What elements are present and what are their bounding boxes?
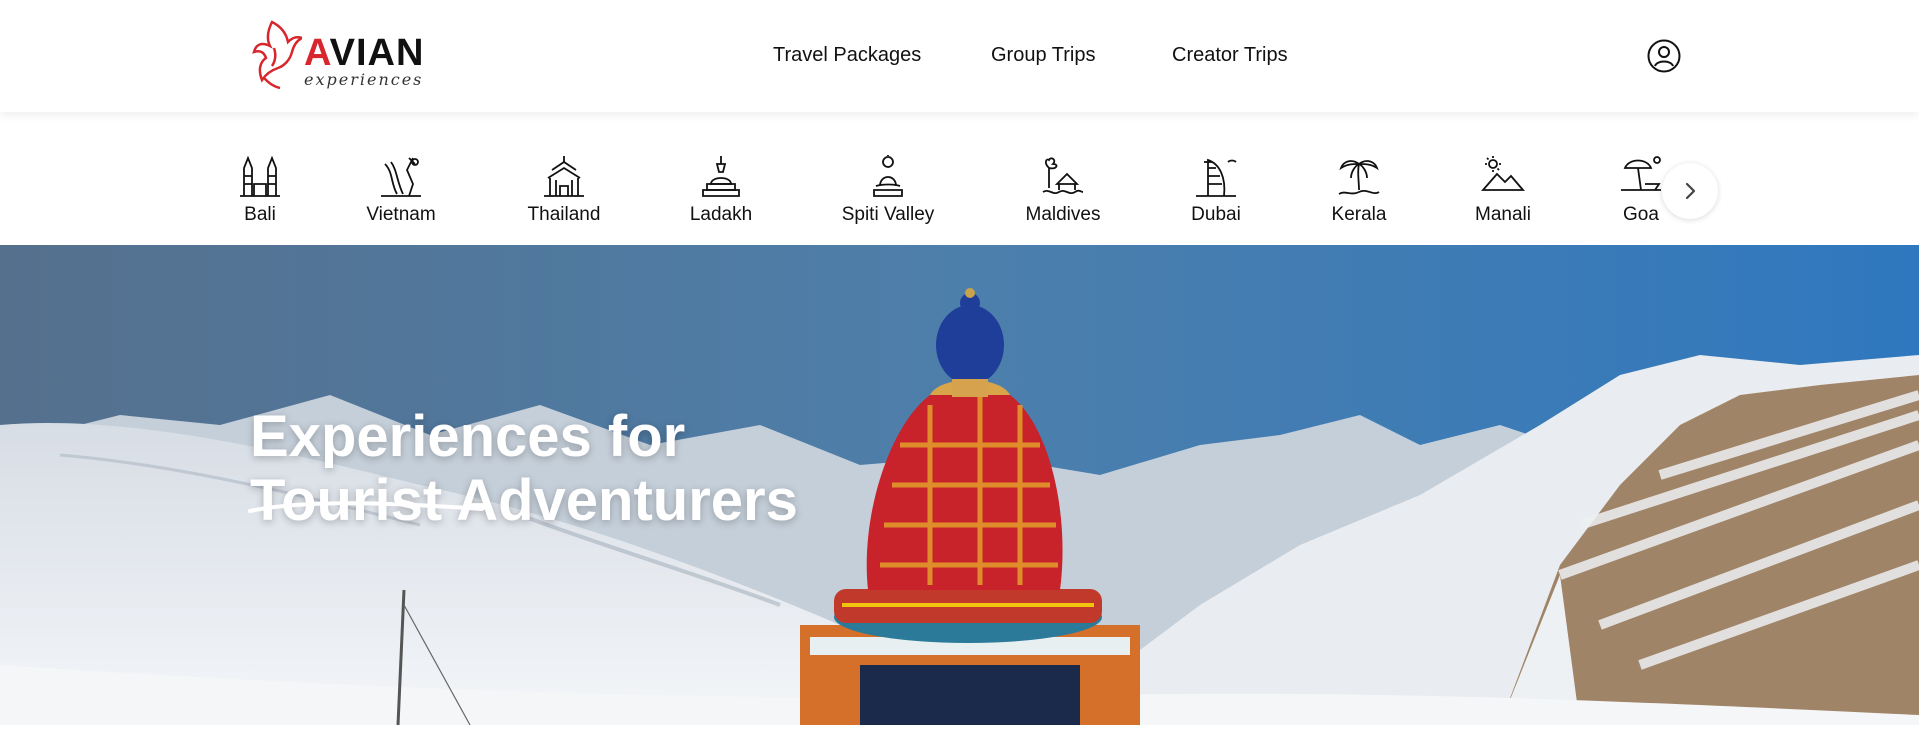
brand-tagline: experiences bbox=[304, 70, 424, 89]
hero-headline: Experiences for Tourist Adventurers bbox=[248, 404, 798, 533]
nav-creator-trips[interactable]: Creator Trips bbox=[1172, 44, 1288, 67]
destination-vietnam[interactable]: Vietnam bbox=[336, 154, 466, 226]
page-bottom-edge bbox=[0, 725, 1919, 735]
destination-spiti-valley[interactable]: Spiti Valley bbox=[823, 154, 953, 226]
destination-label: Kerala bbox=[1331, 204, 1387, 225]
mountain-sun-icon bbox=[1481, 156, 1525, 191]
nav-travel-packages[interactable]: Travel Packages bbox=[773, 44, 921, 67]
carousel-next-button[interactable] bbox=[1662, 163, 1718, 219]
destination-label: Ladakh bbox=[689, 204, 753, 225]
thai-temple-icon bbox=[544, 156, 584, 197]
water-villa-icon bbox=[1042, 157, 1084, 195]
site-header: AVIAN experiences Travel Packages Group … bbox=[0, 0, 1919, 112]
hero-title-line1: Experiences for bbox=[250, 404, 686, 469]
user-account-icon bbox=[1647, 39, 1681, 73]
destination-maldives[interactable]: Maldives bbox=[998, 154, 1128, 226]
destination-label: Dubai bbox=[1191, 204, 1241, 225]
hero-banner: Experiences for Tourist Adventurers bbox=[0, 245, 1919, 725]
chevron-right-icon bbox=[1685, 182, 1696, 200]
hero-title-line2: Tourist Adventurers bbox=[248, 468, 798, 533]
vietnam-landmark-icon bbox=[381, 157, 421, 197]
destination-label: Thailand bbox=[527, 204, 601, 225]
destination-kerala[interactable]: Kerala bbox=[1294, 154, 1424, 226]
stupa-icon bbox=[702, 156, 740, 197]
destination-carousel: Bali Vietnam Thailand Ladakh Spiti Valle… bbox=[0, 112, 1919, 245]
destination-label: Spiti Valley bbox=[841, 204, 935, 225]
hero-title-word: Adventurers bbox=[456, 468, 798, 533]
destination-dubai[interactable]: Dubai bbox=[1151, 154, 1281, 226]
nav-group-trips[interactable]: Group Trips bbox=[991, 44, 1095, 67]
burj-al-arab-icon bbox=[1196, 158, 1237, 197]
destination-label: Bali bbox=[244, 204, 276, 225]
destination-manali[interactable]: Manali bbox=[1438, 154, 1568, 226]
main-nav: Travel Packages Group Trips Creator Trip… bbox=[0, 44, 1919, 68]
strikethrough-scribble-icon bbox=[248, 501, 484, 513]
buddha-statue-icon bbox=[873, 155, 903, 197]
destination-label: Manali bbox=[1475, 204, 1531, 225]
destination-thailand[interactable]: Thailand bbox=[499, 154, 629, 226]
destination-bali[interactable]: Bali bbox=[195, 154, 325, 226]
hero-struck-word: Tourist bbox=[248, 469, 484, 533]
palm-tree-icon bbox=[1338, 160, 1380, 195]
destination-label: Maldives bbox=[1025, 204, 1101, 225]
beach-umbrella-icon bbox=[1621, 156, 1661, 191]
user-account-button[interactable] bbox=[1647, 39, 1681, 73]
temple-gate-icon bbox=[240, 155, 280, 197]
destination-label: Vietnam bbox=[366, 204, 436, 225]
destination-ladakh[interactable]: Ladakh bbox=[656, 154, 786, 226]
